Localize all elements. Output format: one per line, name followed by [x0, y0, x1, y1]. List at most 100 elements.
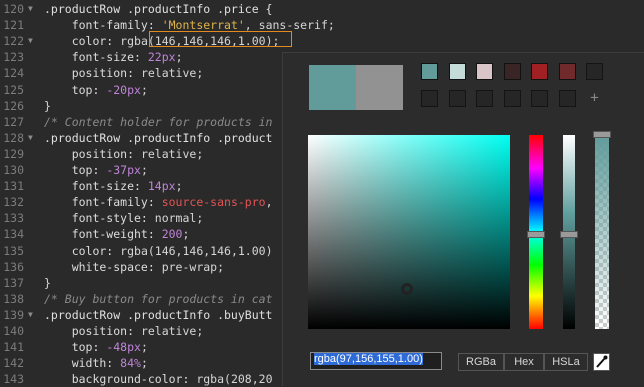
code-line[interactable]: 120 ▼ .productRow .productInfo .price { [0, 1, 644, 17]
code-text: top: -20px; [44, 82, 148, 98]
code-text: font-size: 22px; [44, 49, 183, 65]
alpha-slider[interactable] [593, 131, 611, 329]
saturation-handle[interactable] [560, 231, 578, 238]
line-number: 131 [3, 179, 24, 194]
line-number: 120 [3, 2, 24, 16]
original-color-swatch[interactable] [356, 65, 403, 110]
saved-swatch[interactable] [421, 63, 438, 80]
fold-arrow-icon[interactable]: ▼ [28, 130, 33, 146]
code-token: source-sans-pro [161, 195, 266, 210]
code-line[interactable]: 121 font-family: 'Montserrat', sans-seri… [0, 17, 644, 33]
empty-swatch[interactable] [421, 90, 438, 107]
code-text: font-family: source-sans-pro, [44, 194, 273, 210]
code-token: rgba(208,20 [196, 372, 273, 387]
code-token: relative; [140, 66, 204, 81]
code-text: position: relative; [44, 323, 204, 339]
code-token: position: [44, 146, 141, 161]
code-token: pre-wrap; [161, 259, 225, 274]
saved-swatch[interactable] [448, 63, 466, 80]
line-number: 137 [3, 275, 24, 290]
code-token: .productRow .productInfo .buyButt [44, 307, 273, 322]
eyedropper-icon [596, 355, 608, 368]
empty-swatch[interactable] [448, 90, 466, 107]
code-text: .productRow .productInfo .buyButt [44, 307, 272, 323]
code-token: font-family: [44, 195, 162, 210]
fold-arrow-icon[interactable]: ▼ [28, 33, 33, 49]
code-token: } [44, 98, 51, 113]
line-number: 136 [3, 259, 24, 274]
code-token: font-weight: [44, 227, 162, 242]
code-token: ; [175, 179, 183, 194]
code-text: } [44, 275, 51, 291]
code-token: top: [44, 340, 107, 355]
code-token: -20px [106, 82, 141, 97]
add-swatch-icon[interactable]: + [586, 90, 603, 107]
code-text: } [44, 98, 51, 114]
code-token: -37px [106, 163, 141, 177]
code-token: ; [140, 340, 148, 355]
hue-handle[interactable] [527, 231, 545, 238]
code-token: top: [44, 82, 107, 97]
empty-swatch[interactable] [558, 90, 576, 107]
saved-swatch[interactable] [558, 63, 576, 80]
line-number: 139 [3, 307, 24, 322]
saved-swatch[interactable] [476, 63, 493, 80]
line-number: 129 [3, 146, 24, 161]
code-token: white-space: [44, 259, 162, 274]
empty-swatch[interactable] [586, 63, 603, 80]
code-token: 14px [147, 179, 176, 194]
code-token: normal; [154, 211, 204, 226]
code-token: .productRow .productInfo .price { [44, 2, 273, 16]
format-button-hex[interactable]: Hex [504, 353, 544, 371]
hue-slider[interactable] [527, 135, 545, 329]
line-number: 127 [3, 114, 24, 129]
line-number: 122 [3, 34, 24, 49]
color-cursor[interactable] [401, 283, 413, 295]
code-text: color: rgba(146,146,146,1.00) [44, 243, 273, 259]
code-token: position: [44, 324, 141, 338]
code-token: relative; [140, 146, 204, 161]
code-token: ; [182, 227, 190, 242]
code-text: position: relative; [44, 65, 204, 81]
code-text: font-size: 14px; [44, 178, 183, 194]
code-token: } [44, 275, 51, 290]
fold-arrow-icon[interactable]: ▼ [28, 1, 33, 17]
code-token: color: [44, 243, 121, 258]
line-number: 126 [3, 98, 24, 113]
code-text: position: relative; [44, 146, 204, 162]
code-text: .productRow .productInfo .price { [44, 1, 272, 17]
fold-arrow-icon[interactable]: ▼ [28, 307, 33, 323]
eyedropper-button[interactable] [593, 353, 610, 371]
code-text: .productRow .productInfo .product [44, 130, 272, 146]
code-line[interactable]: 122 ▼ color: rgba(146,146,146,1.00); [0, 33, 644, 49]
line-number: 125 [3, 82, 24, 97]
line-number: 128 [3, 130, 24, 145]
color-value-input[interactable]: rgba(97,156,155,1.00) [310, 352, 442, 370]
code-text: top: -48px; [44, 339, 148, 355]
saturation-slider[interactable] [560, 135, 578, 329]
code-token: position: [44, 66, 141, 81]
code-text: /* Buy button for products in cat [44, 291, 272, 307]
line-number: 130 [3, 163, 24, 177]
format-button-rgba[interactable]: RGBa [458, 353, 504, 371]
saturation-value-area[interactable] [308, 135, 510, 329]
line-number: 142 [3, 356, 24, 371]
code-token: width: [44, 356, 121, 371]
format-button-hsla[interactable]: HSLa [544, 353, 588, 371]
line-number: 134 [3, 227, 24, 242]
color-picker-panel: + rgba(97,156,155,1.00) RGBa Hex HSLa [282, 52, 644, 386]
saved-swatch[interactable] [531, 63, 548, 80]
code-token: font-size: [44, 50, 148, 65]
code-token: 22px [147, 50, 176, 65]
line-number: 135 [3, 243, 24, 258]
code-text: top: -37px; [44, 162, 148, 178]
empty-swatch[interactable] [476, 90, 493, 107]
code-token: , sans-serif; [244, 18, 335, 33]
code-text: white-space: pre-wrap; [44, 259, 224, 275]
empty-swatch[interactable] [531, 90, 548, 107]
saved-swatch[interactable] [503, 63, 521, 80]
code-token: color: [44, 34, 121, 49]
alpha-handle[interactable] [593, 131, 611, 138]
empty-swatch[interactable] [503, 90, 521, 107]
code-token: .productRow .productInfo .product [44, 130, 273, 145]
